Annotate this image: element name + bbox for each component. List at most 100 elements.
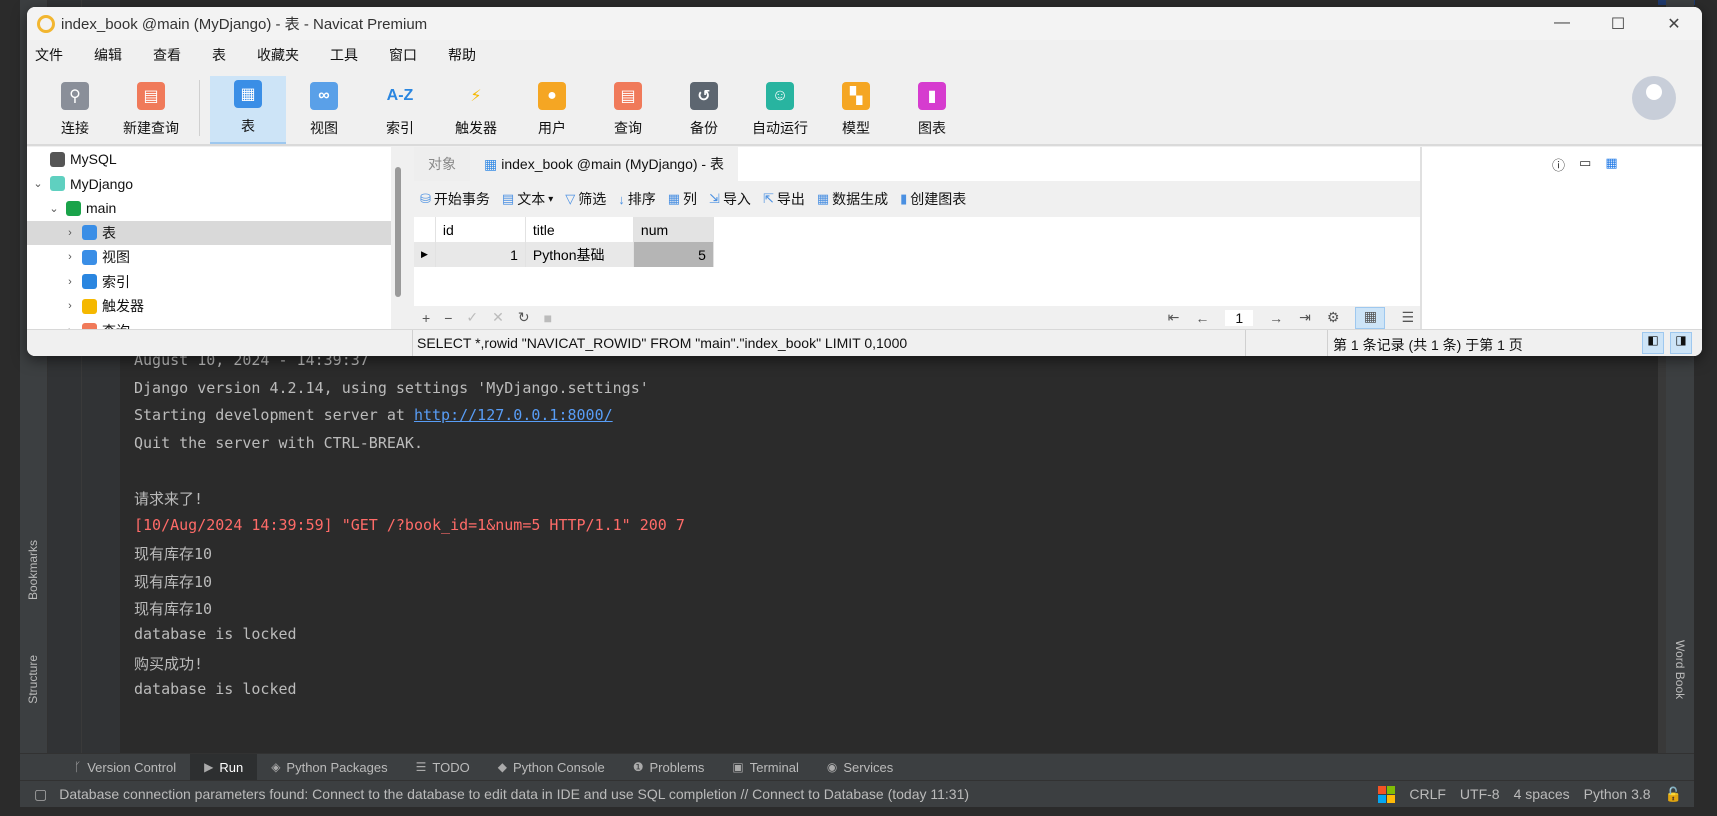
subtoolbar-button[interactable]: ⛁ 开始事务 <box>420 189 490 209</box>
toolbar-button-new-query[interactable]: ▤ 新建查询 <box>113 76 189 144</box>
tab-objects[interactable]: 对象 <box>414 147 470 181</box>
delete-record-icon[interactable]: − <box>444 310 452 326</box>
toolbar-button-user[interactable]: ● 用户 <box>514 76 590 144</box>
interpreter[interactable]: Python 3.8 <box>1584 786 1651 802</box>
word-book-tab[interactable]: Word Book <box>1673 640 1687 699</box>
menu-item[interactable]: 帮助 <box>448 45 476 65</box>
subtoolbar-button[interactable]: ↓ 排序 <box>618 189 656 209</box>
subtoolbar-button[interactable]: ▽ 筛选 <box>565 189 606 209</box>
tree-item[interactable]: › 视图 <box>27 245 391 270</box>
subtoolbar-button[interactable]: ⇱ 导出 <box>763 189 805 209</box>
chevron-icon[interactable]: › <box>63 276 77 288</box>
toolbar-button-query[interactable]: ▤ 查询 <box>590 76 666 144</box>
page-number-input[interactable]: 1 <box>1225 309 1254 326</box>
dropdown-arrow-icon[interactable]: ▾ <box>548 194 553 205</box>
next-page-icon[interactable]: → <box>1269 310 1283 326</box>
tool-tab-todo[interactable]: ☰ TODO <box>402 754 484 781</box>
new-query-icon: ▤ <box>137 82 165 110</box>
tool-tab-python-console[interactable]: ◆ Python Console <box>484 754 619 781</box>
table-cell[interactable]: Python基础 <box>525 242 634 267</box>
tool-tab-problems[interactable]: ❶ Problems <box>619 754 719 781</box>
ddl-icon[interactable]: ▭ <box>1579 155 1591 174</box>
form-view-button[interactable]: ☰ <box>1401 309 1414 326</box>
toolbar-label: 自动运行 <box>752 120 808 136</box>
bookmarks-tab[interactable]: Bookmarks <box>26 540 40 600</box>
indent[interactable]: 4 spaces <box>1514 786 1570 802</box>
tool-tab-services[interactable]: ◉ Services <box>813 754 907 781</box>
stop-icon[interactable]: ■ <box>544 310 552 326</box>
prev-page-icon[interactable]: ← <box>1195 310 1209 326</box>
structure-tab[interactable]: Structure <box>26 655 40 704</box>
first-page-icon[interactable]: ⇤ <box>1168 309 1180 326</box>
tool-tab-terminal[interactable]: ▣ Terminal <box>718 754 812 781</box>
toolbar-button-table[interactable]: ▦ 表 <box>210 76 286 144</box>
chevron-icon[interactable]: › <box>63 227 77 239</box>
menu-item[interactable]: 工具 <box>330 45 358 65</box>
tree-scrollbar[interactable] <box>395 167 401 297</box>
subtoolbar-button[interactable]: ▮ 创建图表 <box>900 189 966 209</box>
toggle-left-panel-button[interactable]: ◧ <box>1642 332 1664 354</box>
tool-tab-version-control[interactable]: ᚴ Version Control <box>60 754 190 781</box>
gear-icon[interactable]: ⚙ <box>1327 309 1340 326</box>
discard-icon[interactable]: ✕ <box>492 309 504 326</box>
avatar[interactable] <box>1632 76 1676 120</box>
status-message[interactable]: Database connection parameters found: Co… <box>59 786 969 802</box>
toolbar-button-chart[interactable]: ▮ 图表 <box>894 76 970 144</box>
column-header[interactable]: title <box>525 217 634 242</box>
subtoolbar-label: 开始事务 <box>433 191 490 207</box>
minimize-button[interactable]: — <box>1534 14 1590 34</box>
toolbar-button-view[interactable]: ∞ 视图 <box>286 76 362 144</box>
toolbar-button-backup[interactable]: ↺ 备份 <box>666 76 742 144</box>
column-header[interactable]: num <box>633 217 714 242</box>
toolbar-button-robot[interactable]: ☺ 自动运行 <box>742 76 818 144</box>
tree-item[interactable]: › 触发器 <box>27 294 391 319</box>
toolbar-button-trigger[interactable]: ⚡ 触发器 <box>438 76 514 144</box>
console-scrollbar[interactable] <box>1658 356 1666 753</box>
tool-tab-run[interactable]: ▶ Run <box>190 753 258 781</box>
tree-item[interactable]: ⌄ main <box>27 196 391 221</box>
menu-item[interactable]: 编辑 <box>94 45 122 65</box>
menu-item[interactable]: 查看 <box>153 45 181 65</box>
refresh-icon[interactable]: ↻ <box>518 309 530 326</box>
grid-icon[interactable]: ▦ <box>1605 155 1617 174</box>
table-cell[interactable]: 1 <box>435 242 526 267</box>
layout-icon[interactable]: ▢ <box>34 786 47 803</box>
table-row[interactable]: ▶ 1 Python基础 5 <box>414 242 714 267</box>
close-button[interactable]: ✕ <box>1646 14 1702 34</box>
toolbar-button-model[interactable]: ▚ 模型 <box>818 76 894 144</box>
tree-item[interactable]: › 索引 <box>27 270 391 295</box>
menu-item[interactable]: 表 <box>212 45 226 65</box>
tree-item[interactable]: ⌄ MyDjango <box>27 172 391 197</box>
chevron-icon[interactable]: ⌄ <box>31 177 45 190</box>
chevron-icon[interactable]: › <box>63 251 77 263</box>
toolbar-label: 查询 <box>614 120 642 136</box>
column-header[interactable]: id <box>435 217 526 242</box>
chevron-icon[interactable]: ⌄ <box>47 202 61 215</box>
menu-item[interactable]: 窗口 <box>389 45 417 65</box>
tab-index-book[interactable]: ▦ index_book @main (MyDjango) - 表 <box>470 147 738 181</box>
lock-icon[interactable]: 🔓 <box>1665 786 1682 803</box>
add-record-icon[interactable]: + <box>422 310 430 326</box>
grid-view-button[interactable]: ▦ <box>1355 306 1386 329</box>
last-page-icon[interactable]: ⇥ <box>1299 309 1311 326</box>
subtoolbar-button[interactable]: ▦ 列 <box>668 189 697 209</box>
toggle-right-panel-button[interactable]: ◨ <box>1670 332 1692 354</box>
toolbar-button-index[interactable]: A-Z 索引 <box>362 76 438 144</box>
tool-tab-python-packages[interactable]: ◈ Python Packages <box>257 754 401 781</box>
encoding[interactable]: UTF-8 <box>1460 786 1500 802</box>
toolbar-button-connect[interactable]: ⚲ 连接 <box>37 76 113 144</box>
info-icon[interactable]: ⓘ <box>1552 155 1565 174</box>
tree-item[interactable]: › 表 <box>27 220 391 245</box>
subtoolbar-button[interactable]: ▤ 文本 ▾ <box>502 189 553 209</box>
chevron-icon[interactable]: › <box>63 300 77 312</box>
subtoolbar-button[interactable]: ▦ 数据生成 <box>817 189 888 209</box>
menu-item[interactable]: 收藏夹 <box>257 45 299 65</box>
table-cell[interactable]: 5 <box>633 242 714 267</box>
subtoolbar-button[interactable]: ⇲ 导入 <box>709 189 751 209</box>
tree-item[interactable]: MySQL <box>27 147 391 172</box>
apply-icon[interactable]: ✓ <box>466 309 478 326</box>
line-separator[interactable]: CRLF <box>1409 786 1446 802</box>
server-link[interactable]: http://127.0.0.1:8000/ <box>414 406 613 424</box>
maximize-button[interactable]: ☐ <box>1590 14 1646 34</box>
menu-item[interactable]: 文件 <box>35 45 63 65</box>
